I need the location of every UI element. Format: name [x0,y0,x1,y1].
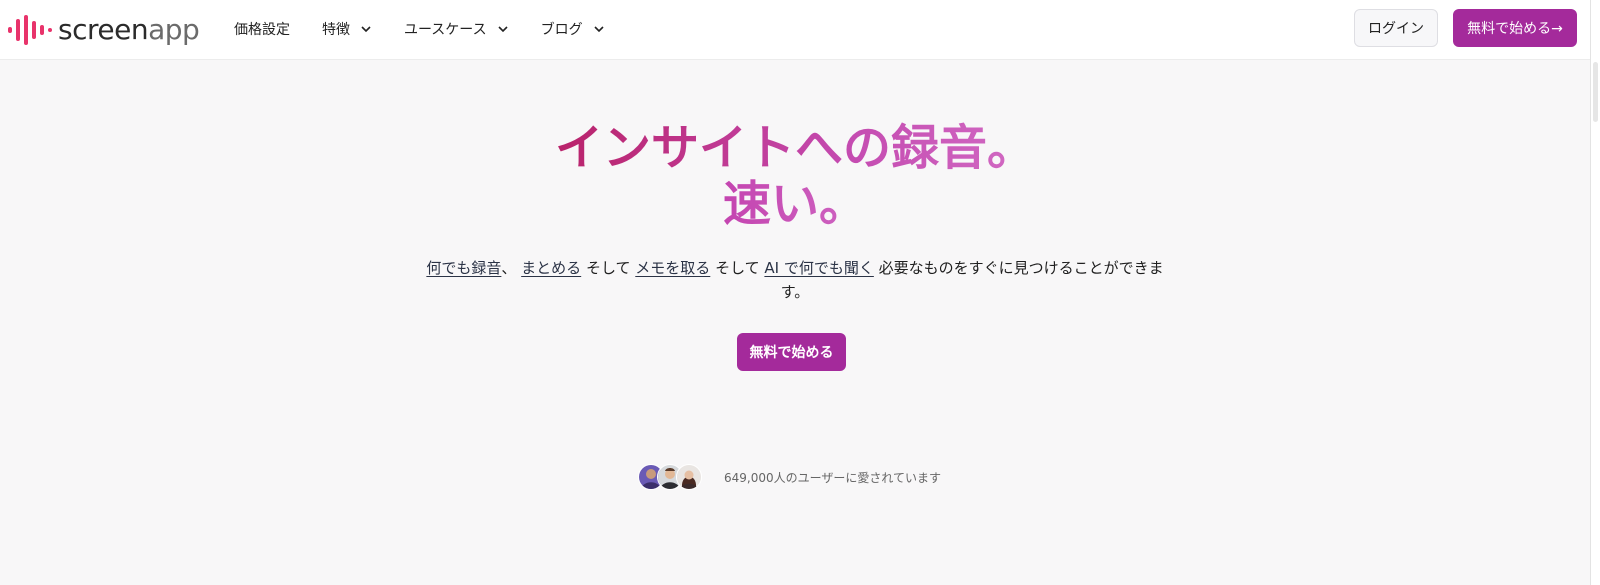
avatar [676,464,702,490]
nav-item-pricing-label: 価格設定 [234,22,290,38]
logo-wordmark-screen: screen [58,13,149,46]
login-button[interactable]: ログイン [1354,9,1438,47]
nav-item-blog[interactable]: ブログ [541,19,605,39]
nav-item-use-cases[interactable]: ユースケース [404,19,509,39]
chevron-down-icon [594,26,604,33]
subtitle-separator: そして [581,259,636,277]
link-take-notes[interactable]: メモを取る [635,259,710,277]
hero-title-line2: 速い。 [722,176,867,232]
subtitle-separator: そして [710,259,765,277]
page-scrollbar[interactable] [1590,0,1600,585]
scrollbar-thumb[interactable] [1593,62,1598,122]
nav-item-pricing[interactable]: 価格設定 [234,19,290,39]
start-free-button-header[interactable]: 無料で始める→ [1453,9,1577,47]
logo-wordmark-app: app [148,13,200,46]
nav-item-blog-label: ブログ [540,22,583,38]
social-proof: 649,000人のユーザーに愛されています [638,464,941,490]
hero-title: インサイトへの録音。 速い。 [0,120,1590,232]
chevron-down-icon [498,26,508,33]
nav-item-use-cases-label: ユースケース [404,22,487,38]
screenapp-logo[interactable]: screenapp [8,13,200,47]
logo-wordmark: screenapp [58,13,200,47]
hero-title-line1: インサイトへの録音。 [554,120,1035,176]
hero-subtitle: 何でも録音、 まとめる そして メモを取る そして AI で何でも聞く 必要なも… [420,256,1170,304]
user-avatars [638,464,704,490]
chevron-down-icon [361,26,371,33]
page: screenapp 価格設定 特徴 ユースケース ブログ ログイン 無料で始める… [0,0,1600,585]
link-summarize[interactable]: まとめる [521,259,581,277]
start-free-button-hero[interactable]: 無料で始める [737,333,846,371]
nav-item-features-label: 特徴 [322,22,350,38]
link-record-anything[interactable]: 何でも録音 [426,259,501,277]
subtitle-separator: 、 [501,259,517,277]
main-nav: 価格設定 特徴 ユースケース ブログ [234,0,637,58]
site-header: screenapp 価格設定 特徴 ユースケース ブログ ログイン 無料で始める… [0,0,1600,60]
nav-item-features[interactable]: 特徴 [322,19,372,39]
link-ask-ai[interactable]: AI で何でも聞く [764,259,873,277]
users-count-text: 649,000人のユーザーに愛されています [724,470,942,485]
waveform-logo-icon [8,15,52,45]
